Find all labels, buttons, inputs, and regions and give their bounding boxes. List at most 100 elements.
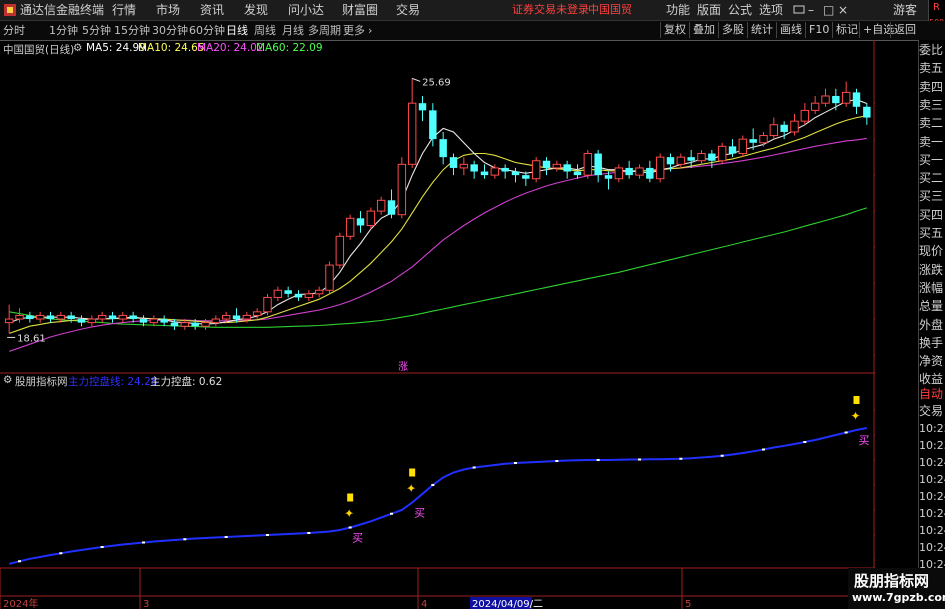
watermark-name: 股朋指标网 (854, 572, 930, 590)
candle-body-18 (191, 322, 199, 327)
candle-body-58 (604, 175, 613, 179)
app-logo-icon[interactable] (3, 0, 17, 20)
side-item-15[interactable]: 外盘 (919, 317, 945, 333)
side-item-12[interactable]: 涨跌 (919, 262, 945, 278)
maximize-icon[interactable]: □ (823, 0, 834, 20)
candle-body-55 (573, 171, 582, 176)
menu-options[interactable]: 选项 (759, 0, 783, 20)
screen-icon[interactable] (793, 0, 805, 20)
side-item-0[interactable]: 委比 (919, 42, 945, 58)
control-dot-33 (348, 526, 352, 529)
candle-body-81 (841, 91, 851, 104)
period-weekly[interactable]: 周线 (254, 21, 276, 40)
control-dot-41 (431, 484, 435, 486)
side-item-9[interactable]: 买四 (919, 207, 945, 223)
main-chart-settings-icon[interactable]: ⚙ (73, 42, 82, 54)
period-multi[interactable]: 多周期 (308, 21, 341, 40)
side-item-4[interactable]: 卖二 (919, 115, 945, 131)
candle-body-4 (46, 315, 55, 320)
candle-body-17 (180, 322, 190, 327)
candle-body-56 (583, 153, 593, 176)
indicator-settings-icon[interactable]: ⚙ (3, 374, 12, 386)
ma20-label: MA20: 24.02 (197, 42, 264, 54)
period-daily[interactable]: 日线 (226, 21, 248, 40)
side-item-8[interactable]: 买三 (919, 188, 945, 204)
candle-body-38 (397, 163, 407, 216)
side-item-1[interactable]: 卖五 (919, 60, 945, 76)
candle-body-63 (655, 156, 665, 180)
period-more[interactable]: 更多 (343, 21, 365, 40)
control-dot-77 (803, 441, 807, 443)
control-line-label: 主力控盘线: 24.28 (68, 376, 158, 388)
period-30min[interactable]: 30分钟 (152, 21, 188, 40)
candle-body-31 (325, 264, 334, 291)
candle-body-41 (429, 110, 437, 140)
candle-body-26 (273, 289, 283, 298)
side-item-14[interactable]: 总量 (919, 298, 945, 314)
btn-restore-rights[interactable]: 复权 (660, 22, 689, 38)
menu-ask[interactable]: 问小达 (288, 0, 324, 20)
candle-body-59 (614, 167, 624, 180)
side-item-6[interactable]: 买一 (919, 152, 945, 168)
period-monthly[interactable]: 月线 (282, 21, 304, 40)
btn-stats[interactable]: 统计 (747, 22, 776, 38)
candle-body-64 (666, 157, 675, 165)
menu-news[interactable]: 资讯 (200, 0, 224, 20)
period-1min[interactable]: 1分钟 (49, 21, 78, 40)
side-item-7[interactable]: 买二 (919, 170, 945, 186)
candle-body-66 (687, 157, 695, 161)
menu-layout[interactable]: 版面 (697, 0, 721, 20)
period-15min[interactable]: 15分钟 (114, 21, 150, 40)
candle-body-78 (810, 102, 820, 111)
kline-chart[interactable]: 25.0024.0023.0022.0021.0020.0019.0018.00… (0, 40, 875, 609)
low-label: 18.61 (17, 333, 46, 344)
buy-label-1: 买 (414, 507, 425, 520)
menu-discover[interactable]: 发现 (244, 0, 268, 20)
btn-overlay[interactable]: 叠加 (689, 22, 718, 38)
login-notice[interactable]: 证券交易未登录 (512, 0, 589, 20)
side-item-5[interactable]: 卖一 (919, 134, 945, 150)
side-item-2[interactable]: 卖四 (919, 79, 945, 95)
minimize-icon[interactable]: – (808, 0, 814, 20)
menu-market[interactable]: 行情 (112, 0, 136, 20)
close-icon[interactable]: × (838, 0, 848, 20)
menu-trade[interactable]: 交易 (396, 0, 420, 20)
side-item-11[interactable]: 现价 (919, 243, 945, 259)
side-auto[interactable]: 自动 (919, 386, 945, 402)
side-item-10[interactable]: 买五 (919, 225, 945, 241)
period-60min[interactable]: 60分钟 (189, 21, 225, 40)
side-time-3: 10:24 (919, 473, 945, 486)
buy-flag-2 (853, 396, 860, 404)
side-item-18[interactable]: 收益 (919, 371, 945, 387)
guest-button[interactable]: 游客 (893, 0, 917, 20)
menu-formula[interactable]: 公式 (728, 0, 752, 20)
side-item-16[interactable]: 换手 (919, 335, 945, 351)
candle-body-19 (201, 322, 210, 327)
candle-body-54 (563, 164, 571, 172)
side-item-17[interactable]: 净资 (919, 353, 945, 369)
menu-market-2[interactable]: 市场 (156, 0, 180, 20)
btn-mark[interactable]: 标记 (832, 22, 861, 38)
side-trade[interactable]: 交易 (919, 403, 945, 419)
candle-body-16 (170, 322, 179, 327)
side-time-5: 10:24 (919, 507, 945, 520)
menu-function[interactable]: 功能 (666, 0, 690, 20)
btn-draw[interactable]: 画线 (776, 22, 805, 38)
btn-back[interactable]: 返回 (890, 22, 919, 38)
btn-f10[interactable]: F10 (805, 22, 832, 38)
candle-body-83 (863, 106, 871, 118)
x-label-3: 2024/04/09/二 (472, 599, 543, 609)
side-time-1: 10:23 (919, 439, 945, 452)
side-item-3[interactable]: 卖三 (919, 97, 945, 113)
indicator-title: 股朋指标网 (15, 376, 68, 388)
candle-body-23 (242, 314, 252, 320)
menu-wealth[interactable]: 财富圈 (342, 0, 378, 20)
rise-marker: 涨 (398, 361, 408, 373)
candle-body-61 (635, 167, 644, 176)
period-intraday[interactable]: 分时 (3, 21, 25, 40)
period-5min[interactable]: 5分钟 (82, 21, 111, 40)
side-item-13[interactable]: 涨幅 (919, 280, 945, 296)
chevron-right-icon[interactable]: › (368, 21, 372, 40)
candle-body-9 (97, 314, 107, 320)
btn-multi-stock[interactable]: 多股 (718, 22, 747, 38)
